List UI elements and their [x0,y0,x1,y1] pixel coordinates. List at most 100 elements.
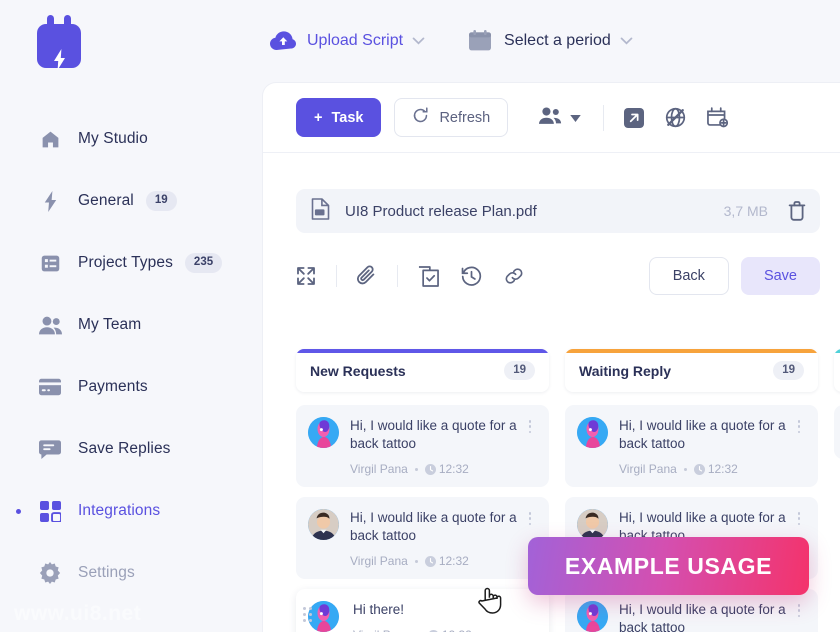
sidebar-item-my-studio[interactable]: My Studio [0,108,262,170]
sidebar-item-my-team[interactable]: My Team [0,294,262,356]
calendar-add-icon[interactable] [707,107,729,128]
bolt-icon [38,189,62,213]
sidebar-item-label: My Team [78,316,142,333]
editor-action-row: Back Save [296,256,820,296]
column-accent-bar [296,349,549,353]
avatar-illustration [577,601,608,632]
column-header[interactable]: New Requests 19 [296,349,549,392]
sidebar-item-label: Settings [78,564,135,581]
refresh-label: Refresh [439,109,491,126]
add-task-button[interactable]: + Task [296,98,382,137]
kanban-column-waiting-reply: Waiting Reply 19 Hi, I would like a quot… [565,349,818,632]
sidebar-item-label: Project Types [78,254,173,271]
sidebar-badge-general: 19 [145,191,177,211]
drag-handle[interactable] [303,607,312,622]
caret-down-icon [570,109,581,127]
action-divider [397,265,398,287]
card-title: Hi, I would like a quote for a back tatt… [619,418,786,451]
refresh-icon [412,107,429,128]
paperclip-icon[interactable] [357,265,377,287]
card-more-menu[interactable] [792,509,806,526]
expand-arrows-icon[interactable] [296,266,316,286]
app-logo[interactable] [37,10,81,70]
save-button[interactable]: Save [740,257,820,295]
task-card[interactable]: Hi, I would like a quote for a back tatt… [296,497,549,579]
card-time-text: 12:32 [442,628,472,632]
clock-history-icon[interactable] [461,266,482,287]
sidebar: My Studio General 19 Project Types 235 M… [0,0,262,632]
task-card[interactable]: Hi, I would like a quote for a back tatt… [565,405,818,487]
sidebar-item-general[interactable]: General 19 [0,170,262,232]
card-more-menu[interactable] [523,417,537,434]
action-icon-group [418,265,524,287]
link-chain-icon[interactable] [504,266,524,286]
sidebar-item-payments[interactable]: Payments [0,356,262,418]
column-count-badge: 19 [773,360,804,381]
meta-separator-dot [683,559,687,563]
chevron-down-icon[interactable] [620,32,633,50]
toolbar-icon-group [624,107,729,128]
meta-separator-dot [414,467,418,471]
meta-separator-dot [683,467,687,471]
card-meta: Virgil Pana 12:32 [350,462,523,476]
sidebar-nav: My Studio General 19 Project Types 235 M… [0,108,262,604]
clock-icon [424,463,436,475]
sidebar-badge-project-types: 235 [184,253,223,273]
select-period-label: Select a period [504,32,611,49]
sidebar-item-settings[interactable]: Settings [0,542,262,604]
column-header[interactable]: Waiting Reply 19 [565,349,818,392]
avatar-illustration [308,601,339,632]
clock-icon [693,555,705,567]
card-body: Hi there! Virgil Pana 12:32 [353,601,537,632]
top-bar: Upload Script Select a period [262,0,840,82]
plus-icon: + [314,109,323,126]
card-more-menu[interactable] [523,509,537,526]
globe-slash-icon[interactable] [665,107,686,128]
card-author: Virgil Pana [619,462,677,476]
column-card-list [834,405,840,459]
refresh-button[interactable]: Refresh [394,98,509,137]
column-card-list: Hi, I would like a quote for a back tatt… [296,405,549,632]
card-title: Hi, I would like a quote for a back tatt… [619,602,786,632]
upload-script-control[interactable]: Upload Script [270,28,425,54]
sidebar-item-project-types[interactable]: Project Types 235 [0,232,262,294]
gear-icon [38,561,62,585]
meta-separator-dot [414,559,418,563]
column-accent-bar [834,349,840,353]
task-card[interactable]: Hi, I would like a quote for a back tatt… [565,589,818,632]
card-more-menu[interactable] [792,601,806,618]
column-card-list: Hi, I would like a quote for a back tatt… [565,405,818,632]
back-button[interactable]: Back [648,257,729,295]
select-period-control[interactable]: Select a period [467,28,633,54]
copy-check-icon[interactable] [418,265,439,287]
chevron-down-icon[interactable] [412,32,425,50]
pdf-file-icon [310,197,331,225]
task-card-dragging[interactable]: Hi there! Virgil Pana 12:32 [296,589,549,632]
card-time: 12:32 [424,554,469,568]
card-time: 12:32 [693,462,738,476]
attached-file-row[interactable]: UI8 Product release Plan.pdf 3,7 MB [296,189,820,233]
card-meta: Virgil Pana 12:32 [350,554,523,568]
external-link-box-icon[interactable] [624,107,645,128]
column-header[interactable] [834,349,840,392]
card-more-menu[interactable] [792,417,806,434]
card-meta: Virgil Pana 12:32 [619,462,792,476]
kanban-column-third [834,349,840,632]
card-author: Virgil Pana [353,628,411,632]
list-icon [38,251,62,275]
avatar-illustration [308,417,339,448]
sidebar-item-integrations[interactable]: Integrations [0,480,262,542]
sidebar-item-label: Integrations [78,502,161,519]
sidebar-item-label: Save Replies [78,440,171,457]
trash-icon[interactable] [788,201,806,221]
bolt-icon [54,49,65,70]
grid-apps-icon [38,499,62,523]
card-body: Hi, I would like a quote for a back tatt… [350,417,523,476]
assignee-selector[interactable] [539,106,581,129]
task-card[interactable]: Hi, I would like a quote for a back tatt… [565,497,818,579]
card-body: Hi, I would like a quote for a back tatt… [350,509,523,568]
active-indicator-dot [16,508,21,514]
sidebar-item-save-replies[interactable]: Save Replies [0,418,262,480]
task-card[interactable] [834,405,840,459]
task-card[interactable]: Hi, I would like a quote for a back tatt… [296,405,549,487]
